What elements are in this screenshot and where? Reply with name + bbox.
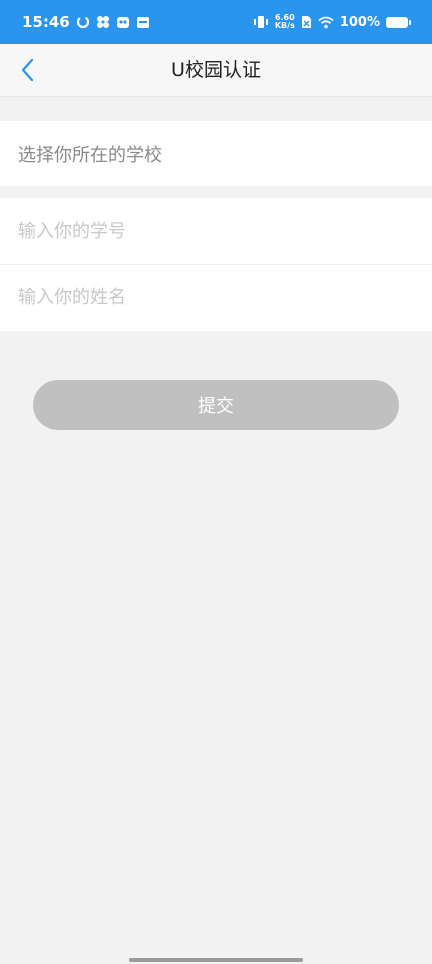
status-time: 15:46 (22, 13, 70, 31)
battery-icon (386, 16, 411, 28)
flower-icon (96, 15, 110, 29)
nav-bar: U校园认证 (0, 44, 432, 97)
school-row: 选择你所在的学校 (0, 121, 432, 186)
net-speed-unit: KB/s (274, 21, 295, 30)
calendar-icon (136, 15, 150, 29)
name-field (0, 264, 432, 330)
page-title: U校园认证 (171, 59, 261, 81)
sim-icon (301, 15, 312, 29)
status-right: 6.60 KB/s 100% (253, 14, 411, 30)
status-left: 15:46 (22, 13, 150, 31)
battery-percent: 100% (339, 14, 380, 30)
submit-button[interactable]: 提交 (33, 380, 399, 430)
wifi-icon (318, 16, 334, 29)
status-bar: 15:46 6.60 KB/s 100% (0, 0, 432, 44)
back-button[interactable] (10, 52, 46, 88)
panda-icon (116, 15, 130, 29)
name-input[interactable] (18, 277, 398, 318)
net-speed: 6.60 KB/s (275, 14, 295, 30)
vibrate-icon (253, 15, 269, 29)
student-id-input[interactable] (18, 211, 398, 251)
sync-icon (76, 15, 90, 29)
home-indicator[interactable] (129, 958, 303, 962)
input-group (0, 198, 432, 331)
chevron-left-icon (21, 58, 34, 82)
student-id-field (0, 198, 432, 264)
school-select[interactable]: 选择你所在的学校 (0, 121, 432, 186)
